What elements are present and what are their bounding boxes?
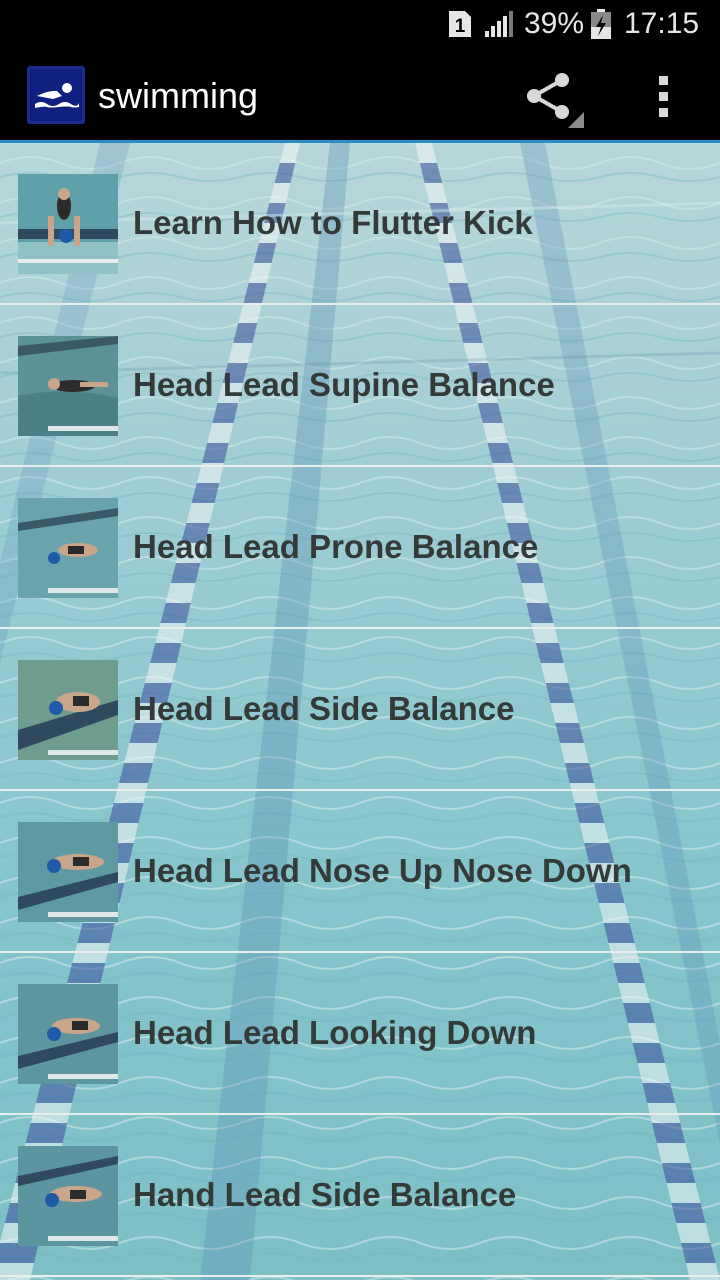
list-item-label: Head Lead Looking Down <box>133 1014 537 1051</box>
list-item-label: Learn How to Flutter Kick <box>133 204 533 241</box>
sim-label: 1 <box>455 16 466 37</box>
list-item[interactable]: Head Lead Supine Balance <box>0 305 720 465</box>
swimmer-logo-icon <box>27 66 85 124</box>
thumbnail-image <box>18 174 118 274</box>
list-item[interactable]: Head Lead Looking Down <box>0 953 720 1113</box>
thumbnail-image <box>18 498 118 598</box>
thumbnail-image <box>18 984 118 1084</box>
signal-strength-icon <box>485 11 515 37</box>
content-area[interactable]: Learn How to Flutter Kick Head Lead Supi… <box>0 143 720 1280</box>
battery-percentage: 39% <box>524 7 585 40</box>
battery-charging-icon <box>590 9 612 39</box>
thumbnail-image <box>18 336 118 436</box>
list-item-label: Head Lead Prone Balance <box>133 528 539 565</box>
thumbnail-image <box>18 660 118 760</box>
clock: 17:15 <box>624 7 700 40</box>
divider <box>0 1275 720 1277</box>
app-bar: swimming <box>0 48 720 143</box>
app-title: swimming <box>98 75 259 116</box>
list-item[interactable]: Hand Lead Side Balance <box>0 1115 720 1275</box>
list-item-label: Head Lead Nose Up Nose Down <box>133 852 632 889</box>
status-bar: 1 39% 17:15 <box>0 0 720 48</box>
thumbnail-image <box>18 1146 118 1246</box>
sim-card-icon: 1 <box>449 11 471 37</box>
list-item[interactable]: Head Lead Nose Up Nose Down <box>0 791 720 951</box>
share-icon[interactable] <box>524 70 588 128</box>
overflow-menu-icon[interactable] <box>646 72 682 120</box>
list-item-label: Head Lead Supine Balance <box>133 366 555 403</box>
thumbnail-image <box>18 822 118 922</box>
list-item[interactable]: Head Lead Prone Balance <box>0 467 720 627</box>
list-item[interactable]: Learn How to Flutter Kick <box>0 143 720 303</box>
list-item[interactable]: Head Lead Side Balance <box>0 629 720 789</box>
list-item-label: Hand Lead Side Balance <box>133 1176 517 1213</box>
list-item-label: Head Lead Side Balance <box>133 690 515 727</box>
